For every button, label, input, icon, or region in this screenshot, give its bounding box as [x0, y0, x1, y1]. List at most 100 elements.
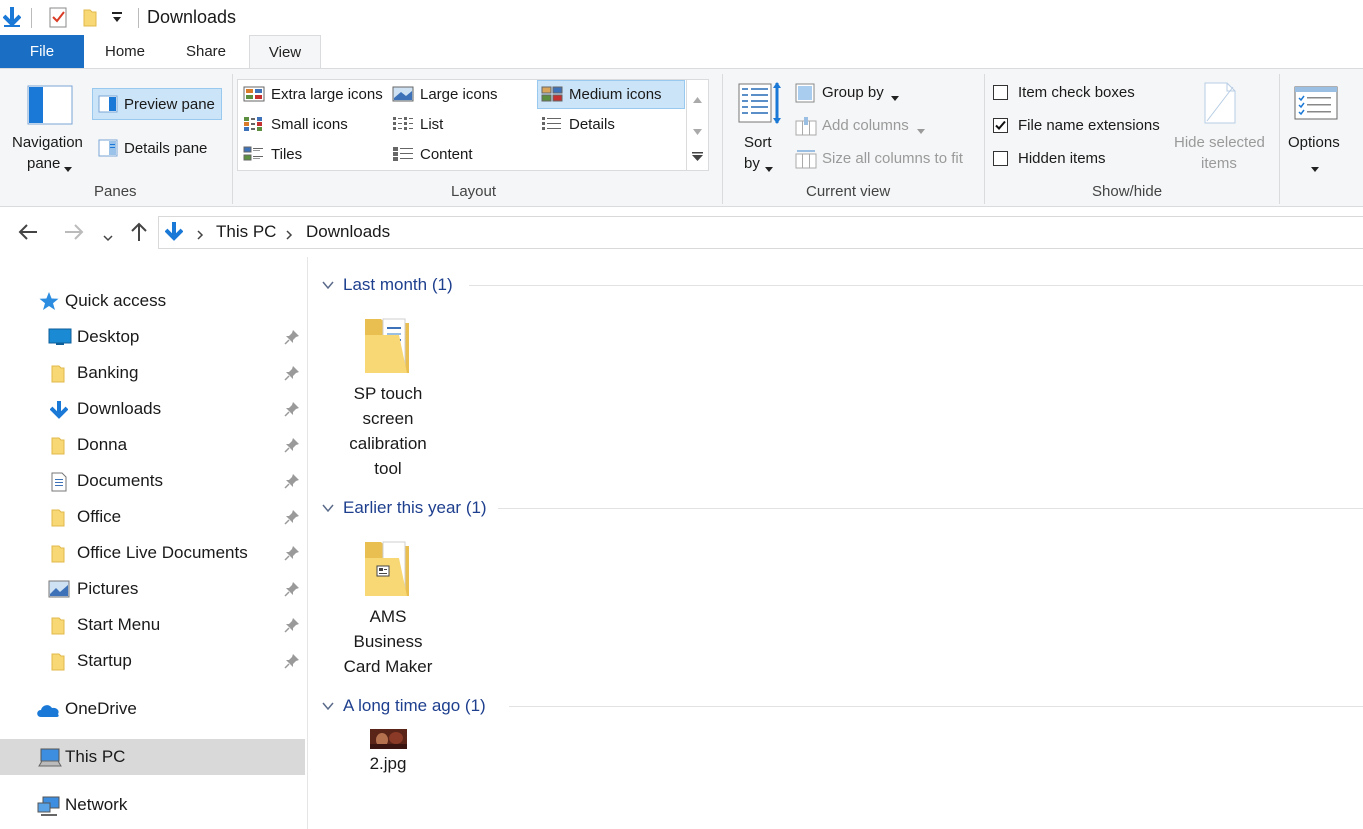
folder-item[interactable]: SP touch screen calibration tool	[338, 313, 438, 481]
file-name-line: SP touch	[353, 384, 423, 403]
group-divider	[498, 508, 1363, 509]
pin-icon[interactable]	[284, 653, 300, 673]
item-check-boxes-label[interactable]: Item check boxes	[1018, 84, 1135, 101]
group-header-last-month[interactable]: Last month (1)	[309, 273, 1363, 297]
hidden-items-checkbox[interactable]	[993, 151, 1008, 166]
medium-icons-icon	[541, 86, 563, 106]
details-icon	[541, 116, 563, 136]
list-option[interactable]: List	[420, 116, 443, 133]
options-icon[interactable]	[1294, 86, 1338, 124]
sidebar-item-desktop[interactable]: Desktop	[0, 319, 305, 355]
pin-icon[interactable]	[284, 617, 300, 637]
group-header-earlier-this-year[interactable]: Earlier this year (1)	[309, 496, 1363, 520]
sort-by-icon[interactable]	[738, 81, 782, 129]
download-icon[interactable]	[2, 6, 22, 32]
file-name-extensions-checkbox[interactable]	[993, 118, 1008, 133]
pin-icon[interactable]	[284, 329, 300, 349]
back-arrow-icon[interactable]	[18, 224, 38, 244]
preview-pane-label[interactable]: Preview pane	[124, 96, 215, 113]
collapse-chevron-icon[interactable]	[322, 277, 334, 294]
group-by-icon[interactable]	[795, 83, 815, 107]
sidebar-item-network[interactable]: Network	[0, 787, 305, 823]
content-icon	[392, 146, 414, 166]
file-name-extensions-label[interactable]: File name extensions	[1018, 117, 1160, 134]
pin-icon[interactable]	[284, 509, 300, 529]
details-pane-icon[interactable]	[98, 139, 118, 161]
sidebar-item-pictures[interactable]: Pictures	[0, 571, 305, 607]
ribbon-separator	[722, 74, 723, 204]
tiles-icon	[243, 146, 265, 166]
small-icons-option[interactable]: Small icons	[271, 116, 348, 133]
pin-icon[interactable]	[284, 545, 300, 565]
gallery-expand-icon[interactable]	[692, 148, 703, 165]
pin-icon[interactable]	[284, 437, 300, 457]
folder-item[interactable]: AMS Business Card Maker	[338, 536, 438, 679]
group-header-a-long-time-ago[interactable]: A long time ago (1)	[309, 694, 1363, 718]
item-check-boxes-checkbox[interactable]	[993, 85, 1008, 100]
sort-by-label[interactable]: Sort	[744, 134, 772, 151]
chevron-down-icon	[891, 89, 899, 106]
sidebar-item-donna[interactable]: Donna	[0, 427, 305, 463]
sort-by-label-2[interactable]: by	[744, 155, 760, 172]
navigation-pane-label[interactable]: Navigation	[12, 134, 83, 151]
sidebar-item-quick-access[interactable]: Quick access	[0, 283, 305, 319]
documents-icon	[50, 472, 68, 496]
file-list: Last month (1) SP touch screen calibrati…	[309, 257, 1363, 829]
properties-icon[interactable]	[48, 6, 68, 32]
collapse-chevron-icon[interactable]	[322, 698, 334, 715]
navigation-pane-label-2[interactable]: pane	[27, 155, 60, 172]
forward-arrow-icon[interactable]	[64, 224, 84, 244]
image-file-item[interactable]: 2.jpg	[338, 729, 438, 776]
options-label[interactable]: Options	[1288, 134, 1340, 151]
up-arrow-icon[interactable]	[131, 222, 147, 246]
pin-icon[interactable]	[284, 401, 300, 421]
breadcrumb-this-pc[interactable]: This PC	[216, 222, 276, 242]
sidebar-item-office-live-documents[interactable]: Office Live Documents	[0, 535, 305, 571]
sidebar-item-onedrive[interactable]: OneDrive	[0, 691, 305, 727]
recent-locations-chevron-icon[interactable]	[103, 229, 113, 246]
hidden-items-label[interactable]: Hidden items	[1018, 150, 1106, 167]
breadcrumb-chevron-icon[interactable]	[286, 227, 293, 244]
group-by-label[interactable]: Group by	[822, 84, 884, 101]
hide-selected-items-icon	[1203, 81, 1237, 129]
collapse-chevron-icon[interactable]	[322, 500, 334, 517]
breadcrumb-downloads[interactable]: Downloads	[306, 222, 390, 242]
new-folder-icon[interactable]	[82, 6, 98, 32]
sidebar-item-documents[interactable]: Documents	[0, 463, 305, 499]
sidebar-item-downloads[interactable]: Downloads	[0, 391, 305, 427]
tab-view[interactable]: View	[249, 35, 321, 69]
pin-icon[interactable]	[284, 581, 300, 601]
customize-quick-access-icon[interactable]	[111, 10, 123, 28]
large-icons-option[interactable]: Large icons	[420, 86, 498, 103]
navigation-pane-icon[interactable]	[27, 85, 73, 129]
extra-large-icons-icon	[243, 86, 265, 106]
ribbon-separator	[984, 74, 985, 204]
content-option[interactable]: Content	[420, 146, 473, 163]
breadcrumb-chevron-icon[interactable]	[197, 227, 204, 244]
title-bar: Downloads	[0, 0, 1363, 35]
tab-home[interactable]: Home	[95, 35, 155, 68]
medium-icons-option[interactable]: Medium icons	[569, 86, 662, 103]
list-icon	[392, 116, 414, 136]
sidebar-item-start-menu[interactable]: Start Menu	[0, 607, 305, 643]
tab-file[interactable]: File	[0, 35, 84, 68]
details-option[interactable]: Details	[569, 116, 615, 133]
pin-icon[interactable]	[284, 365, 300, 385]
tab-share[interactable]: Share	[176, 35, 236, 68]
tiles-option[interactable]: Tiles	[271, 146, 302, 163]
scroll-down-icon[interactable]	[693, 122, 702, 139]
sidebar-item-label: Quick access	[65, 291, 167, 310]
star-icon	[38, 291, 60, 315]
pin-icon[interactable]	[284, 473, 300, 493]
sidebar-item-banking[interactable]: Banking	[0, 355, 305, 391]
extra-large-icons-option[interactable]: Extra large icons	[271, 86, 383, 103]
sidebar-item-this-pc[interactable]: This PC	[0, 739, 305, 775]
sidebar-item-office[interactable]: Office	[0, 499, 305, 535]
scroll-up-icon[interactable]	[693, 90, 702, 107]
window-title: Downloads	[147, 7, 237, 27]
sidebar-item-startup[interactable]: Startup	[0, 643, 305, 679]
sidebar-item-label: Office Live Documents	[77, 543, 248, 562]
navigation-pane: Quick access Desktop Banking Downloads D…	[0, 257, 308, 829]
details-pane-label[interactable]: Details pane	[124, 140, 207, 157]
folder-icon	[363, 536, 413, 600]
